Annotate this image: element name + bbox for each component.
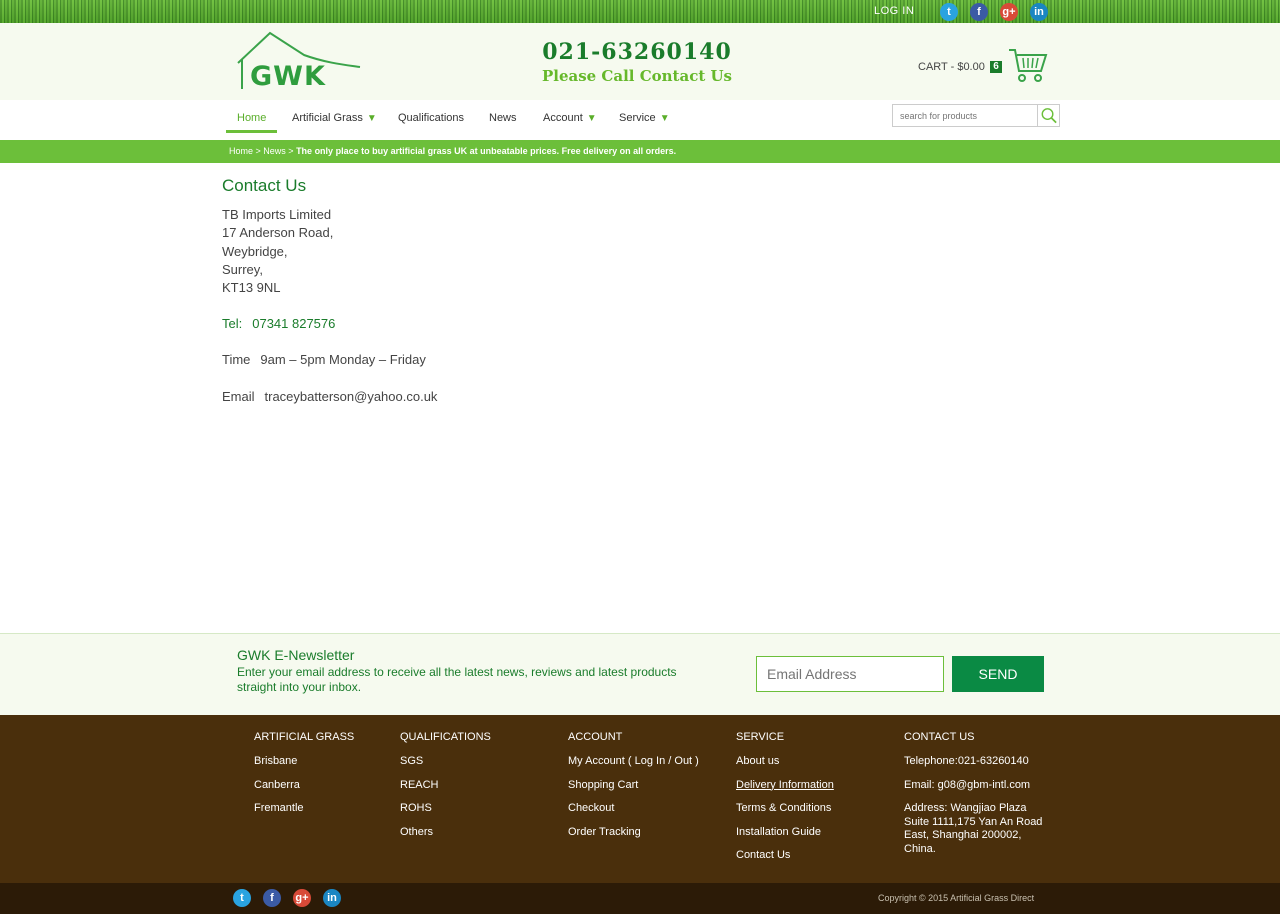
chevron-down-icon: ▼ <box>586 113 597 124</box>
newsletter-send-button[interactable]: SEND <box>952 656 1044 692</box>
linkedin-icon[interactable]: in <box>323 889 341 907</box>
shopping-cart-icon[interactable] <box>1008 47 1048 83</box>
logo-text: GWK <box>250 61 326 92</box>
address-line: Weybridge, <box>222 243 288 259</box>
search-icon[interactable] <box>1037 105 1059 126</box>
breadcrumb-separator: > <box>285 146 297 156</box>
twitter-icon[interactable]: t <box>233 889 251 907</box>
nav-artificial-grass[interactable]: Artificial Grass ▼ <box>292 112 377 124</box>
footer-link[interactable]: REACH <box>400 779 491 803</box>
footer-col-account: ACCOUNT My Account ( Log In / Out ) Shop… <box>568 731 699 849</box>
footer-link[interactable]: My Account ( Log In / Out ) <box>568 755 699 779</box>
search-box <box>892 104 1060 127</box>
time-value: 9am – 5pm Monday – Friday <box>260 352 426 367</box>
newsletter-section: GWK E-Newsletter Enter your email addres… <box>0 633 1280 715</box>
chevron-down-icon: ▼ <box>659 113 670 124</box>
footer-link[interactable]: Brisbane <box>254 755 354 779</box>
footer-link[interactable]: Checkout <box>568 802 699 826</box>
address-line: Surrey, <box>222 261 263 277</box>
main-nav: Home Artificial Grass ▼ Qualifications Ne… <box>0 100 1280 140</box>
newsletter-email-input[interactable] <box>756 656 944 692</box>
footer-col-artificial-grass: ARTIFICIAL GRASS Brisbane Canberra Frema… <box>254 731 354 826</box>
copyright: Copyright © 2015 Artificial Grass Direct <box>878 893 1035 903</box>
nav-home-label: Home <box>237 112 267 124</box>
nav-news-label: News <box>489 112 517 124</box>
footer-link[interactable]: Installation Guide <box>736 826 834 850</box>
footer-link[interactable]: About us <box>736 755 834 779</box>
email-value: traceybatterson@yahoo.co.uk <box>264 389 438 404</box>
address-line: 17 Anderson Road, <box>222 225 334 241</box>
nav-artificial-grass-label: Artificial Grass <box>292 112 363 124</box>
footer-link[interactable]: Others <box>400 826 491 850</box>
cart-label[interactable]: CART - $0.00 <box>918 61 985 73</box>
linkedin-icon[interactable]: in <box>1030 3 1048 21</box>
breadcrumb-news[interactable]: News <box>263 146 286 156</box>
footer-link[interactable]: Shopping Cart <box>568 779 699 803</box>
email-label: Email <box>222 389 255 404</box>
nav-service-label: Service <box>619 112 656 124</box>
footer-telephone: Telephone:021-63260140 <box>904 755 1029 767</box>
footer-link[interactable]: Order Tracking <box>568 826 699 850</box>
nav-news[interactable]: News <box>489 112 517 124</box>
bottom-bar: t f g+ in Copyright © 2015 Artificial Gr… <box>0 883 1280 914</box>
header-call-text: Please Call Contact Us <box>541 67 733 85</box>
footer-heading: ARTIFICIAL GRASS <box>254 731 355 743</box>
logo[interactable]: GWK <box>236 29 362 93</box>
email-line: Email traceybatterson@yahoo.co.uk <box>222 389 437 404</box>
footer-heading: CONTACT US <box>904 731 975 743</box>
footer-heading: SERVICE <box>736 731 785 743</box>
breadcrumb-separator: > <box>253 146 264 156</box>
google-plus-icon[interactable]: g+ <box>1000 3 1018 21</box>
nav-service[interactable]: Service ▼ <box>619 112 670 124</box>
search-input[interactable] <box>893 105 1037 126</box>
nav-account[interactable]: Account ▼ <box>543 112 597 124</box>
newsletter-description: Enter your email address to receive all … <box>237 665 677 694</box>
google-plus-icon[interactable]: g+ <box>293 889 311 907</box>
twitter-icon[interactable]: t <box>940 3 958 21</box>
facebook-icon[interactable]: f <box>263 889 281 907</box>
breadcrumb-message: The only place to buy artificial grass U… <box>296 146 677 156</box>
page-title: Contact Us <box>222 176 307 195</box>
address-line: TB Imports Limited <box>222 207 332 222</box>
tel-value: 07341 827576 <box>252 316 336 331</box>
footer-link[interactable]: Contact Us <box>736 849 834 873</box>
site-header: GWK 021-63260140 Please Call Contact Us … <box>0 23 1280 100</box>
cart-count-badge: 6 <box>990 61 1002 73</box>
footer-col-contact: CONTACT US Telephone:021-63260140 Email:… <box>904 731 1054 856</box>
nav-home[interactable]: Home <box>237 112 266 124</box>
top-grass-overlay <box>0 0 1280 23</box>
header-phone: 021-63260140 <box>542 39 732 65</box>
footer-link[interactable]: Canberra <box>254 779 354 803</box>
facebook-icon[interactable]: f <box>970 3 988 21</box>
chevron-down-icon: ▼ <box>366 113 377 124</box>
footer-link[interactable]: Delivery Information <box>736 779 834 803</box>
site-footer: ARTIFICIAL GRASS Brisbane Canberra Frema… <box>0 715 1280 883</box>
footer-email: Email: g08@gbm-intl.com <box>904 778 1031 791</box>
nav-qualifications-label: Qualifications <box>398 112 465 124</box>
address-block: TB Imports Limited 17 Anderson Road, Wey… <box>222 206 333 297</box>
time-label: Time <box>222 352 251 367</box>
nav-active-underline <box>226 130 277 133</box>
address-line: KT13 9NL <box>222 280 281 296</box>
footer-link[interactable]: ROHS <box>400 802 491 826</box>
footer-link[interactable]: Fremantle <box>254 802 354 826</box>
nav-account-label: Account <box>543 112 583 124</box>
nav-qualifications[interactable]: Qualifications <box>398 112 464 124</box>
footer-col-service: SERVICE About us Delivery Information Te… <box>736 731 834 873</box>
newsletter-title: GWK E-Newsletter <box>237 647 355 663</box>
footer-heading: ACCOUNT <box>568 731 623 743</box>
breadcrumb-bar: Home > News > The only place to buy arti… <box>0 140 1280 163</box>
footer-address: Address: Wangjiao Plaza Suite 1111,175 Y… <box>904 802 1043 855</box>
footer-heading: QUALIFICATIONS <box>400 731 491 743</box>
hours-line: Time 9am – 5pm Monday – Friday <box>222 352 426 367</box>
breadcrumb: Home > News > The only place to buy arti… <box>229 146 676 156</box>
breadcrumb-home[interactable]: Home <box>229 146 253 156</box>
telephone-line: Tel: 07341 827576 <box>222 316 335 331</box>
footer-link[interactable]: SGS <box>400 755 491 779</box>
footer-col-qualifications: QUALIFICATIONS SGS REACH ROHS Others <box>400 731 491 849</box>
tel-label: Tel: <box>222 316 243 331</box>
footer-link[interactable]: Terms & Conditions <box>736 802 834 826</box>
login-link[interactable]: LOG IN <box>874 5 914 17</box>
